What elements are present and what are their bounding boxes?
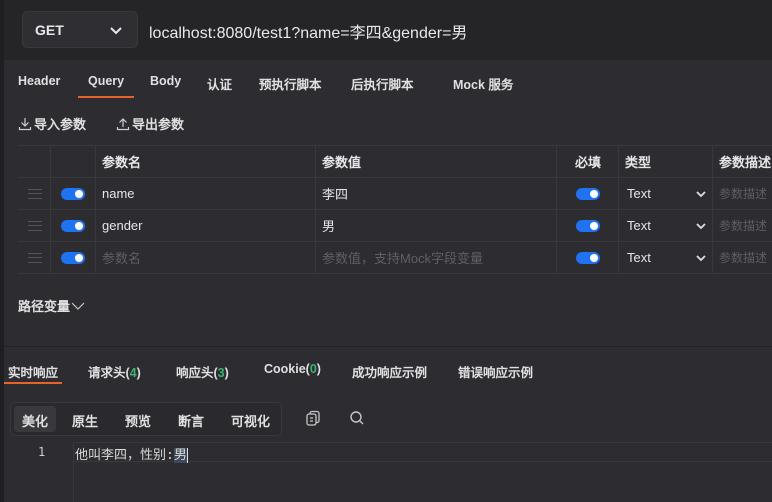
- drag-handle[interactable]: [18, 242, 51, 273]
- response-text: 他叫李四，性别:: [75, 448, 174, 463]
- table-header-row: 参数名 参数值 必填 类型 参数描述: [18, 146, 772, 178]
- header-type: 类型: [619, 146, 713, 177]
- header-param-name: 参数名: [96, 146, 316, 177]
- selected-text: 男: [173, 448, 188, 463]
- import-icon: [18, 117, 32, 130]
- view-mode-pretty[interactable]: 美化: [22, 411, 48, 430]
- tab-cookie[interactable]: Cookie(0): [264, 362, 321, 376]
- view-mode-visualize[interactable]: 可视化: [231, 411, 270, 430]
- export-icon: [116, 117, 130, 130]
- params-table: 参数名 参数值 必填 类型 参数描述 name 李四 Text 参数描述 gen…: [18, 145, 772, 274]
- chevron-down-icon: [110, 27, 122, 35]
- tab-auth[interactable]: 认证: [207, 74, 232, 93]
- param-value-input[interactable]: 李四: [316, 178, 557, 209]
- chevron-down-icon: [696, 254, 706, 261]
- left-edge: [0, 0, 4, 502]
- type-value: Text: [627, 218, 651, 233]
- tab-mock[interactable]: Mock 服务: [453, 74, 513, 93]
- response-headers-count: 3: [217, 366, 225, 380]
- import-params-label: 导入参数: [34, 117, 87, 132]
- required-toggle[interactable]: [576, 219, 600, 232]
- tab-response-headers[interactable]: 响应头(3): [176, 362, 229, 381]
- enable-toggle[interactable]: [61, 219, 85, 232]
- tab-query[interactable]: Query: [77, 74, 135, 98]
- drag-handle-icon: [28, 220, 42, 231]
- param-description-input[interactable]: 参数描述: [713, 210, 772, 241]
- chevron-down-icon: [696, 222, 706, 229]
- tab-post-script[interactable]: 后执行脚本: [351, 74, 414, 93]
- table-row: gender 男 Text 参数描述: [18, 210, 772, 242]
- tab-request-headers[interactable]: 请求头(4): [88, 362, 141, 381]
- export-params-button[interactable]: 导出参数: [116, 114, 184, 133]
- view-mode-raw[interactable]: 原生: [72, 411, 98, 430]
- param-name-input[interactable]: name: [96, 178, 316, 209]
- header-required: 必填: [557, 146, 619, 177]
- param-value-input[interactable]: 男: [316, 210, 557, 241]
- table-row: name 李四 Text 参数描述: [18, 178, 772, 210]
- required-toggle[interactable]: [576, 187, 600, 200]
- path-variables-toggle[interactable]: 路径变量: [18, 296, 85, 315]
- response-body-editor[interactable]: 他叫李四，性别:男: [75, 444, 188, 463]
- header-description: 参数描述: [719, 155, 772, 170]
- drag-handle-icon: [28, 188, 42, 199]
- search-icon[interactable]: [349, 410, 365, 426]
- drag-handle[interactable]: [18, 178, 51, 209]
- method-select[interactable]: GET: [22, 11, 138, 48]
- chevron-down-icon: [71, 302, 85, 310]
- cookie-count: 0: [309, 362, 317, 376]
- export-params-label: 导出参数: [132, 117, 185, 132]
- tab-header[interactable]: Header: [18, 74, 60, 88]
- import-params-button[interactable]: 导入参数: [18, 114, 86, 133]
- param-name-input[interactable]: gender: [96, 210, 316, 241]
- param-value-input[interactable]: 参数值，支持Mock字段变量: [316, 242, 557, 273]
- tab-error-example[interactable]: 错误响应示例: [458, 362, 533, 381]
- path-variables-label: 路径变量: [18, 299, 71, 314]
- tab-pre-script[interactable]: 预执行脚本: [259, 74, 322, 93]
- tab-body[interactable]: Body: [150, 74, 181, 88]
- type-select[interactable]: Text: [619, 178, 713, 209]
- enable-toggle[interactable]: [61, 187, 85, 200]
- copy-icon[interactable]: [305, 410, 321, 426]
- enable-toggle[interactable]: [61, 251, 85, 264]
- type-select[interactable]: Text: [619, 210, 713, 241]
- type-value: Text: [627, 250, 651, 265]
- tab-live-response[interactable]: 实时响应: [3, 362, 63, 384]
- required-toggle[interactable]: [576, 251, 600, 264]
- param-description-input[interactable]: 参数描述: [713, 178, 772, 209]
- view-mode-bar: 美化 原生 预览 断言 可视化: [10, 402, 282, 436]
- url-bar: GET localhost:8080/test1?name=李四&gender=…: [4, 0, 772, 60]
- view-mode-assert[interactable]: 断言: [178, 411, 204, 430]
- tab-success-example[interactable]: 成功响应示例: [352, 362, 427, 381]
- drag-handle[interactable]: [18, 210, 51, 241]
- drag-handle-icon: [28, 252, 42, 263]
- header-param-value: 参数值: [316, 146, 557, 177]
- view-mode-preview[interactable]: 预览: [125, 411, 151, 430]
- param-name-input[interactable]: 参数名: [96, 242, 316, 273]
- table-row: 参数名 参数值，支持Mock字段变量 Text 参数描述: [18, 242, 772, 274]
- section-divider: [4, 346, 772, 347]
- chevron-down-icon: [696, 190, 706, 197]
- method-label: GET: [35, 22, 64, 38]
- request-headers-count: 4: [129, 366, 137, 380]
- param-description-input[interactable]: 参数描述: [713, 242, 772, 273]
- type-value: Text: [627, 186, 651, 201]
- url-input[interactable]: localhost:8080/test1?name=李四&gender=男: [149, 19, 467, 43]
- type-select[interactable]: Text: [619, 242, 713, 273]
- line-number: 1: [38, 445, 46, 459]
